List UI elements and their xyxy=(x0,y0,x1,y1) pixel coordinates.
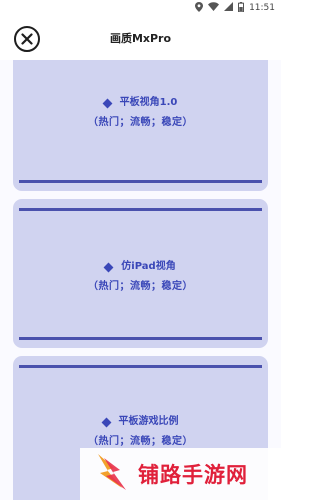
screen: 11:51 画质MxPro 平板视角1.0 （热门；流畅；稳定） 仿iPad视角… xyxy=(0,0,281,500)
status-time: 11:51 xyxy=(249,3,275,13)
card-divider xyxy=(19,208,262,211)
card-divider xyxy=(19,180,262,183)
options-list[interactable]: 平板视角1.0 （热门；流畅；稳定） 仿iPad视角 （热门；流畅；稳定） 平板… xyxy=(0,60,281,500)
card-divider xyxy=(19,337,262,340)
page-title: 画质MxPro xyxy=(109,32,172,45)
card-divider xyxy=(19,365,262,368)
card-title-row: 平板视角1.0 xyxy=(102,94,178,112)
card-text: 平板视角1.0 （热门；流畅；稳定） xyxy=(13,94,268,132)
card-subtitle: （热门；流畅；稳定） xyxy=(88,280,193,292)
card-text: 仿iPad视角 （热门；流畅；稳定） xyxy=(13,258,268,296)
app-header: 画质MxPro xyxy=(0,16,281,60)
watermark: 铺路手游网 xyxy=(80,448,281,500)
watermark-text: 铺路手游网 xyxy=(138,463,248,487)
signal-icon xyxy=(224,2,234,14)
diamond-bullet-icon xyxy=(101,417,111,427)
status-bar: 11:51 xyxy=(0,0,281,16)
diamond-bullet-icon xyxy=(103,262,114,272)
option-card-tablet-view[interactable]: 平板视角1.0 （热门；流畅；稳定） xyxy=(13,60,268,191)
battery-icon xyxy=(238,1,245,15)
card-title: 仿iPad视角 xyxy=(121,261,176,272)
lightning-logo-icon xyxy=(94,452,128,496)
card-title: 平板视角1.0 xyxy=(119,97,178,108)
wifi-icon xyxy=(208,2,220,14)
diamond-bullet-icon xyxy=(102,98,113,108)
card-title-row: 平板游戏比例 xyxy=(101,413,179,431)
location-icon xyxy=(195,1,204,15)
card-text: 平板游戏比例 （热门；流畅；稳定） xyxy=(13,413,268,451)
option-card-ipad-view[interactable]: 仿iPad视角 （热门；流畅；稳定） xyxy=(13,199,268,348)
card-title-row: 仿iPad视角 xyxy=(103,258,176,276)
card-title: 平板游戏比例 xyxy=(118,416,179,427)
card-subtitle: （热门；流畅；稳定） xyxy=(88,116,193,128)
